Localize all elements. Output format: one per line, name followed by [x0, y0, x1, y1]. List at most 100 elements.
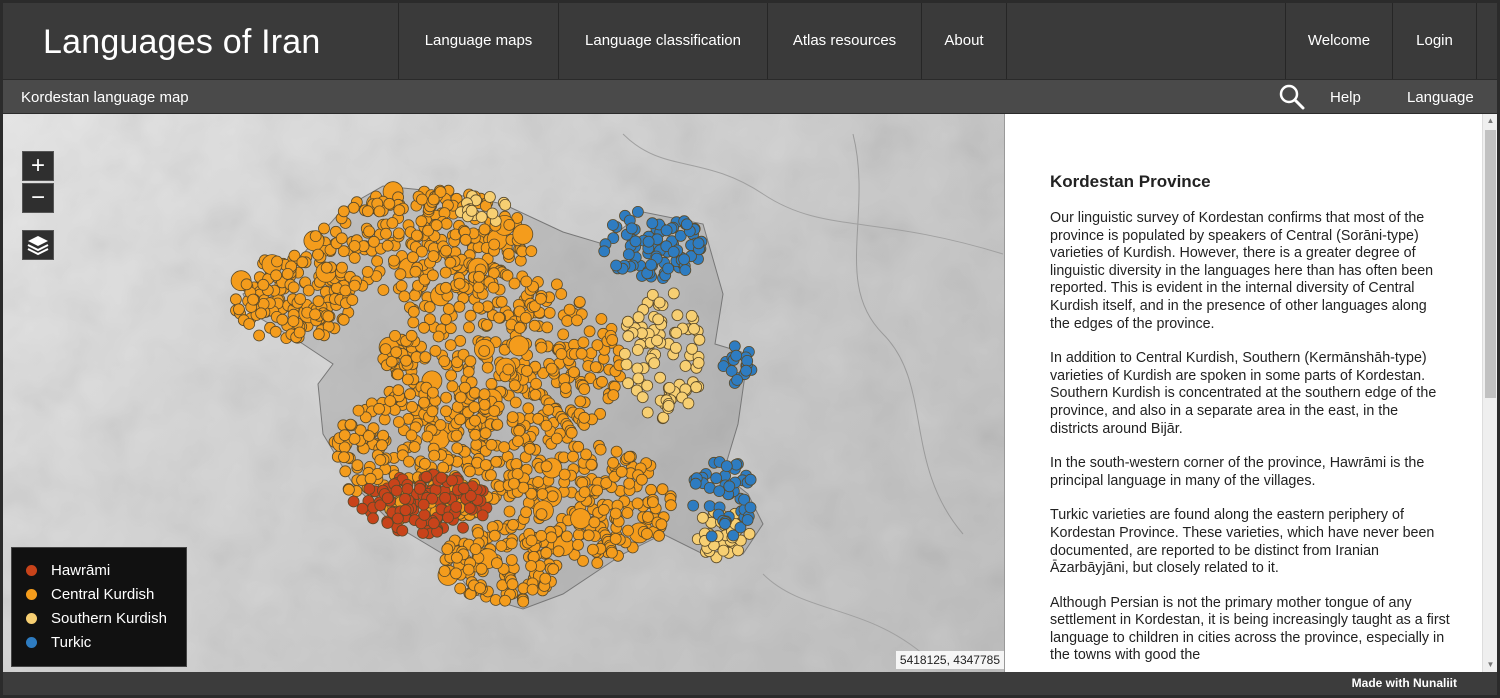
village-marker[interactable] — [390, 346, 403, 359]
panel-scrollbar[interactable]: ▲ ▼ — [1482, 114, 1497, 672]
help-link[interactable]: Help — [1330, 89, 1361, 106]
village-marker[interactable] — [502, 363, 515, 376]
village-marker[interactable] — [528, 319, 541, 332]
village-marker[interactable] — [550, 432, 563, 445]
village-marker[interactable] — [240, 278, 253, 291]
village-marker[interactable] — [685, 309, 698, 322]
village-marker[interactable] — [451, 442, 464, 455]
nav-language-maps[interactable]: Language maps — [398, 3, 558, 79]
village-marker[interactable] — [622, 315, 634, 328]
village-marker[interactable] — [547, 563, 560, 576]
village-marker[interactable] — [508, 277, 521, 290]
village-marker[interactable] — [488, 238, 501, 251]
village-marker[interactable] — [606, 334, 619, 346]
village-marker[interactable] — [367, 512, 379, 525]
village-marker[interactable] — [710, 472, 723, 485]
village-marker[interactable] — [462, 365, 475, 378]
village-marker[interactable] — [312, 248, 324, 261]
village-marker[interactable] — [503, 219, 516, 231]
village-marker[interactable] — [589, 361, 602, 374]
village-marker[interactable] — [620, 358, 633, 371]
village-marker[interactable] — [415, 215, 428, 228]
village-marker[interactable] — [651, 334, 663, 347]
village-marker[interactable] — [598, 245, 611, 258]
village-marker[interactable] — [507, 477, 520, 490]
village-marker[interactable] — [541, 321, 554, 334]
village-marker[interactable] — [276, 313, 289, 326]
village-marker[interactable] — [530, 377, 542, 390]
village-marker[interactable] — [450, 551, 463, 564]
village-marker[interactable] — [563, 303, 576, 316]
village-marker[interactable] — [336, 261, 348, 274]
village-marker[interactable] — [444, 339, 457, 352]
village-marker[interactable] — [508, 335, 530, 357]
village-marker[interactable] — [692, 237, 705, 250]
village-marker[interactable] — [568, 366, 580, 379]
village-marker[interactable] — [597, 503, 610, 516]
village-marker[interactable] — [419, 351, 432, 364]
village-marker[interactable] — [622, 524, 634, 537]
village-marker[interactable] — [509, 396, 522, 409]
village-marker[interactable] — [490, 455, 503, 468]
village-marker[interactable] — [361, 265, 374, 278]
village-marker[interactable] — [473, 270, 485, 283]
village-marker[interactable] — [430, 219, 443, 232]
village-marker[interactable] — [361, 205, 374, 218]
village-marker[interactable] — [457, 482, 470, 495]
village-marker[interactable] — [744, 473, 757, 486]
village-marker[interactable] — [623, 450, 636, 463]
village-marker[interactable] — [440, 405, 452, 418]
village-marker[interactable] — [470, 438, 483, 451]
village-marker[interactable] — [338, 429, 351, 442]
village-marker[interactable] — [472, 527, 485, 540]
layers-icon[interactable] — [22, 230, 54, 260]
village-marker[interactable] — [488, 529, 501, 542]
village-marker[interactable] — [312, 295, 325, 308]
village-marker[interactable] — [232, 303, 245, 316]
village-marker[interactable] — [442, 303, 455, 315]
village-marker[interactable] — [636, 473, 648, 486]
village-marker[interactable] — [462, 563, 475, 576]
village-marker[interactable] — [454, 391, 467, 404]
village-marker[interactable] — [514, 321, 526, 334]
village-marker[interactable] — [665, 499, 677, 512]
village-marker[interactable] — [478, 398, 491, 411]
village-marker[interactable] — [631, 497, 644, 510]
village-marker[interactable] — [689, 477, 702, 490]
village-marker[interactable] — [253, 329, 266, 342]
village-marker[interactable] — [540, 419, 553, 432]
village-marker[interactable] — [469, 428, 482, 441]
village-marker[interactable] — [591, 484, 603, 497]
village-marker[interactable] — [483, 191, 496, 203]
village-marker[interactable] — [692, 356, 705, 369]
village-marker[interactable] — [670, 326, 683, 339]
village-marker[interactable] — [371, 255, 384, 268]
village-marker[interactable] — [423, 301, 436, 314]
village-marker[interactable] — [577, 336, 590, 349]
village-marker[interactable] — [619, 347, 631, 360]
village-marker[interactable] — [523, 442, 536, 455]
search-icon[interactable] — [1279, 84, 1305, 110]
village-marker[interactable] — [662, 262, 674, 275]
village-marker[interactable] — [621, 507, 634, 519]
village-marker[interactable] — [459, 233, 472, 246]
village-marker[interactable] — [257, 278, 270, 291]
village-marker[interactable] — [636, 391, 649, 404]
village-marker[interactable] — [741, 514, 754, 526]
village-marker[interactable] — [407, 316, 420, 329]
village-marker[interactable] — [731, 374, 743, 386]
village-marker[interactable] — [348, 240, 361, 252]
village-marker[interactable] — [469, 543, 482, 556]
village-marker[interactable] — [379, 343, 392, 356]
village-marker[interactable] — [487, 281, 500, 294]
village-marker[interactable] — [740, 364, 752, 377]
village-marker[interactable] — [391, 368, 404, 381]
language-menu[interactable]: Language — [1407, 89, 1474, 106]
village-marker[interactable] — [535, 508, 548, 521]
village-marker[interactable] — [479, 427, 492, 440]
village-marker[interactable] — [406, 251, 419, 264]
village-marker[interactable] — [454, 582, 467, 595]
village-marker[interactable] — [545, 362, 558, 375]
village-marker[interactable] — [625, 222, 638, 235]
village-marker[interactable] — [575, 347, 588, 360]
